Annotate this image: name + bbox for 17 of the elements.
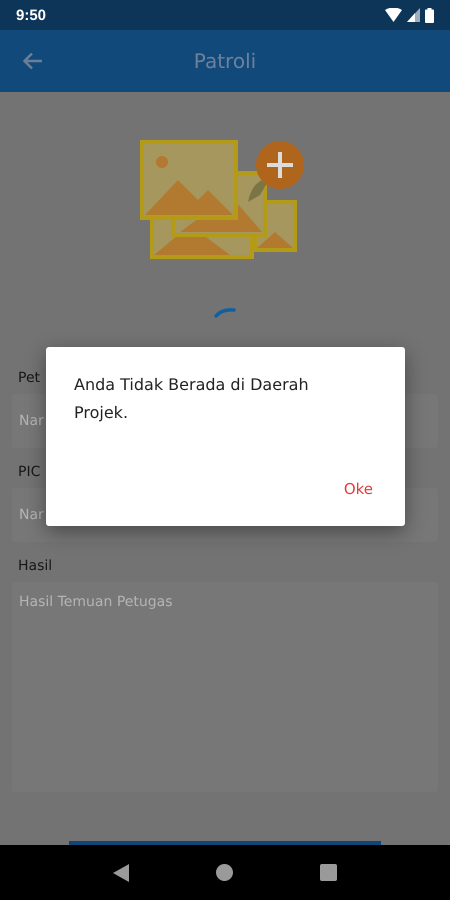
ok-button[interactable]: Oke — [342, 478, 375, 500]
screen-title: Patroli — [194, 49, 256, 73]
wifi-icon — [385, 8, 402, 22]
dialog-message: Anda Tidak Berada di Daerah Projek. — [74, 374, 310, 424]
placeholder-text: Nar — [19, 507, 44, 523]
signal-icon — [407, 8, 420, 22]
text-area[interactable]: Hasil Temuan Petugas — [12, 582, 438, 792]
battery-icon — [425, 8, 434, 22]
field-label: Pet — [18, 369, 40, 388]
recents-icon[interactable] — [320, 864, 337, 881]
field-label: Hasil — [18, 557, 52, 576]
home-icon[interactable] — [216, 864, 233, 881]
back-icon[interactable] — [113, 864, 130, 882]
status-time: 9:50 — [16, 6, 46, 24]
field-label: PIC — [18, 463, 40, 482]
placeholder-text: Nar — [19, 413, 44, 429]
placeholder-text: Hasil Temuan Petugas — [19, 594, 173, 610]
